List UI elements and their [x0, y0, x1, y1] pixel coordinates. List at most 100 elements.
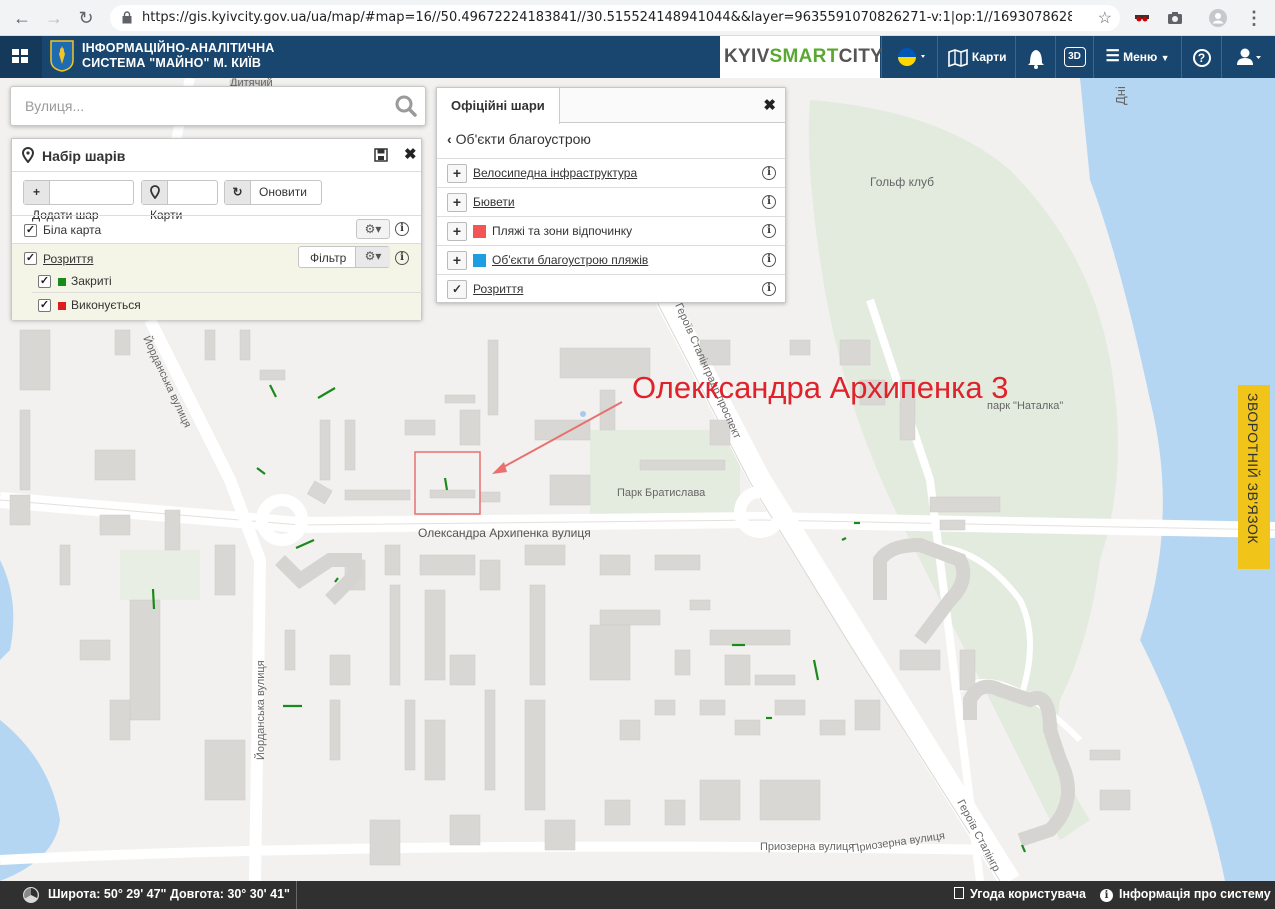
filter-label: Фільтр [310, 251, 347, 265]
layer-set-title: Набір шарів [42, 148, 126, 164]
brand-kyiv: KYIV [724, 46, 770, 67]
grid-icon [12, 49, 28, 63]
excavations-layer-link[interactable]: Розриття [473, 282, 523, 296]
refresh-icon: ↻ [225, 181, 251, 204]
close-layers-icon[interactable]: ✖ [404, 145, 417, 163]
maps-button[interactable]: Карти [937, 36, 1015, 78]
maps-layers-button[interactable]: Карти [141, 180, 218, 222]
layer-settings-icon[interactable]: ⚙▾ [355, 247, 390, 267]
add-bicycle-button[interactable]: + [447, 164, 467, 183]
annotation-text: Олекксандра Архипенка 3 [632, 370, 1009, 405]
lock-icon [122, 11, 132, 24]
map-icon [947, 48, 968, 67]
user-agreement-link[interactable]: Угода користувача [954, 887, 1086, 901]
add-beach-objects-button[interactable]: + [447, 251, 467, 270]
map-label-dnipro: Дні [1113, 86, 1128, 105]
back-to-objects[interactable]: ‹ Об'єкти благоустрою [447, 131, 591, 147]
base-map-checkbox[interactable]: ✓ [24, 224, 37, 237]
layer-info-icon[interactable]: i [395, 251, 409, 265]
apps-grid-button[interactable] [0, 36, 42, 78]
bell-icon [1027, 50, 1044, 69]
add-beaches-button[interactable]: + [447, 222, 467, 241]
kyiv-smart-city-logo[interactable]: KYIVSMARTCITY [720, 36, 883, 78]
system-info-label: Інформація про систему [1119, 887, 1271, 901]
layer-checkbox[interactable]: ✓ [24, 252, 37, 265]
official-row-beaches: + Пляжі та зони відпочинку i [437, 216, 785, 245]
menu-button[interactable]: ☰ Меню ▼ [1093, 36, 1181, 78]
title-line-1: ІНФОРМАЦІЙНО-АНАЛІТИЧНА [82, 41, 275, 55]
refresh-button[interactable]: ↻ Оновити [224, 180, 322, 205]
base-map-info-icon[interactable]: i [395, 222, 409, 236]
beach-objects-info-icon[interactable]: i [762, 253, 776, 267]
map-label-arkhypenka-street: Олександра Архипенка вулиця [418, 526, 591, 540]
app-header: ІНФОРМАЦІЙНО-АНАЛІТИЧНА СИСТЕМА "МАЙНО" … [0, 36, 1275, 78]
tab-official-layers[interactable]: Офіційні шари [437, 88, 560, 124]
chrome-menu-icon[interactable]: ⋮ [1244, 8, 1264, 28]
user-icon [1236, 48, 1261, 65]
beach-objects-swatch [473, 254, 486, 267]
profile-icon[interactable] [1209, 9, 1227, 27]
feedback-tab[interactable]: ЗВОРОТНІЙ ЗВ'ЯЗОК [1238, 385, 1270, 569]
system-info-link[interactable]: i Інформація про систему [1100, 887, 1271, 902]
globe-icon [23, 887, 39, 903]
beach-objects-layer-link[interactable]: Об'єкти благоустрою пляжів [492, 253, 648, 267]
refresh-label: Оновити [259, 185, 307, 199]
in-progress-swatch [58, 302, 66, 310]
closed-checkbox[interactable]: ✓ [38, 275, 51, 288]
title-line-2: СИСТЕМА "МАЙНО" М. КИЇВ [82, 56, 262, 70]
bicycle-layer-link[interactable]: Велосипедна інфраструктура [473, 166, 637, 180]
forward-icon[interactable]: → [44, 8, 64, 28]
chevron-left-icon: ‹ [447, 131, 452, 147]
layer-set-header: Набір шарів ✖ [12, 139, 421, 172]
notifications-button[interactable] [1015, 36, 1055, 78]
in-progress-checkbox[interactable]: ✓ [38, 299, 51, 312]
save-icon[interactable] [374, 148, 388, 162]
language-button[interactable] [881, 36, 937, 78]
reload-icon[interactable]: ↻ [76, 8, 96, 28]
address-bar[interactable]: https://gis.kyivcity.gov.ua/ua/map/#map=… [110, 5, 1120, 31]
bicycle-info-icon[interactable]: i [762, 166, 776, 180]
beaches-layer-label[interactable]: Пляжі та зони відпочинку [492, 224, 632, 238]
menu-label: Меню [1123, 50, 1158, 64]
excavations-check-button[interactable]: ✓ [447, 280, 467, 299]
add-buvety-button[interactable]: + [447, 193, 467, 212]
back-icon[interactable]: ← [12, 8, 32, 28]
close-official-icon[interactable]: ✖ [763, 96, 776, 114]
help-button[interactable]: ? [1181, 36, 1221, 78]
street-search [10, 86, 426, 126]
caret-down-icon: ▼ [1160, 53, 1170, 63]
buvety-info-icon[interactable]: i [762, 195, 776, 209]
user-button[interactable] [1221, 36, 1275, 78]
help-icon: ? [1192, 48, 1211, 67]
excavations-info-icon[interactable]: i [762, 282, 776, 296]
gear-icon: ⚙▾ [364, 222, 382, 236]
beaches-swatch [473, 225, 486, 238]
3d-label: 3D [1063, 47, 1086, 67]
browser-toolbar: ← → ↻ https://gis.kyivcity.gov.ua/ua/map… [0, 0, 1275, 36]
buvety-layer-link[interactable]: Бювети [473, 195, 515, 209]
hamburger-icon: ☰ [1105, 48, 1120, 65]
street-search-input[interactable] [23, 97, 383, 115]
closed-label: Закриті [71, 274, 112, 288]
feedback-label: ЗВОРОТНІЙ ЗВ'ЯЗОК [1245, 393, 1261, 545]
kyiv-coat-of-arms-icon [50, 40, 74, 72]
beaches-info-icon[interactable]: i [762, 224, 776, 238]
filter-button[interactable]: Фільтр ⚙▾ [298, 246, 390, 268]
camera-icon[interactable] [1166, 9, 1184, 27]
official-layers-panel: Офіційні шари ✖ ‹ Об'єкти благоустрою + В… [436, 87, 786, 303]
official-row-bicycle: + Велосипедна інфраструктура i [437, 158, 785, 187]
search-icon[interactable] [395, 95, 417, 117]
app-title[interactable]: ІНФОРМАЦІЙНО-АНАЛІТИЧНА СИСТЕМА "МАЙНО" … [82, 41, 275, 71]
bookmark-star-icon[interactable]: ☆ [1098, 8, 1112, 28]
coordinates-readout: Широта: 50° 29' 47" Довгота: 30° 30' 41" [48, 887, 290, 901]
official-row-excavations: ✓ Розриття i [437, 274, 785, 303]
status-bar: Широта: 50° 29' 47" Довгота: 30° 30' 41"… [0, 881, 1275, 909]
map-label-golf: Гольф клуб [870, 175, 934, 189]
plus-icon: + [24, 181, 50, 204]
marker-icon [142, 181, 168, 204]
3d-button[interactable]: 3D [1055, 36, 1093, 78]
add-layer-button[interactable]: +Додати шар [23, 180, 134, 222]
base-map-settings-button[interactable]: ⚙▾ [356, 219, 390, 239]
layer-name[interactable]: Розриття [43, 252, 93, 266]
incognito-extension-icon[interactable] [1133, 9, 1151, 27]
